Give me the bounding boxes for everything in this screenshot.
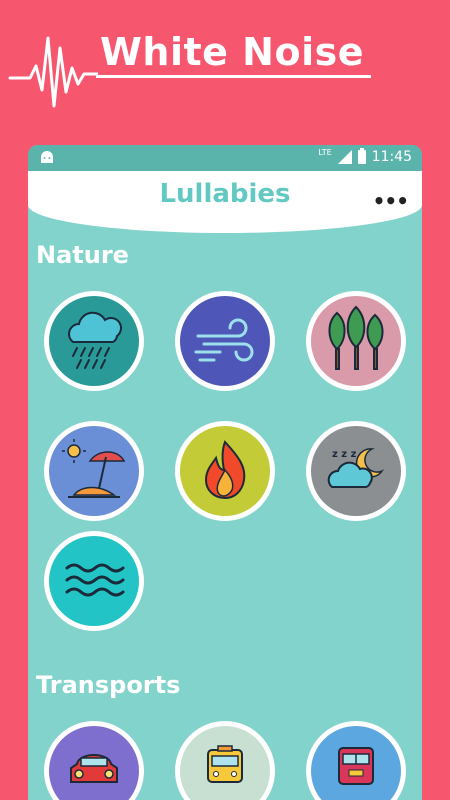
section-title-nature: Nature: [36, 241, 129, 269]
sound-fire[interactable]: [175, 421, 275, 521]
car-icon: [70, 754, 118, 783]
status-time: 11:45: [371, 149, 412, 165]
phone-screen: LTE 11:45 Lullabies ••• Nature z z z Tra…: [28, 145, 422, 800]
sound-beach[interactable]: [44, 421, 144, 521]
sound-forest[interactable]: [306, 291, 406, 391]
signal-icon: [337, 150, 352, 164]
section-title-transports: Transports: [36, 671, 181, 699]
rain-cloud-icon: [68, 311, 122, 369]
promo-title: White Noise: [100, 30, 364, 74]
sound-bus[interactable]: [175, 721, 275, 800]
status-right: LTE 11:45: [318, 147, 412, 166]
battery-icon: [357, 148, 366, 164]
app-title: Lullabies: [159, 179, 291, 209]
sound-car[interactable]: [44, 721, 144, 800]
bus-icon: [207, 745, 243, 783]
beach-icon: [62, 439, 126, 498]
sound-rain[interactable]: [44, 291, 144, 391]
forest-icon: [328, 305, 384, 370]
sound-wind[interactable]: [175, 291, 275, 391]
app-bar: Lullabies •••: [28, 171, 422, 233]
sound-pulse-icon: [8, 36, 98, 108]
sound-night[interactable]: z z z: [306, 421, 406, 521]
train-icon: [338, 747, 374, 785]
promo-underline: [96, 75, 371, 78]
sound-train[interactable]: [306, 721, 406, 800]
status-bar: LTE 11:45: [28, 145, 422, 171]
promo-header: White Noise: [0, 0, 450, 130]
wind-icon: [194, 318, 254, 362]
svg-text:z z z: z z z: [332, 449, 357, 460]
more-menu-icon[interactable]: •••: [373, 189, 409, 213]
fire-icon: [204, 440, 246, 500]
sound-waves[interactable]: [44, 531, 144, 631]
waves-icon: [65, 563, 125, 597]
night-cloud-icon: z z z: [327, 448, 385, 488]
android-icon: [41, 151, 53, 163]
network-label: LTE: [318, 147, 332, 157]
